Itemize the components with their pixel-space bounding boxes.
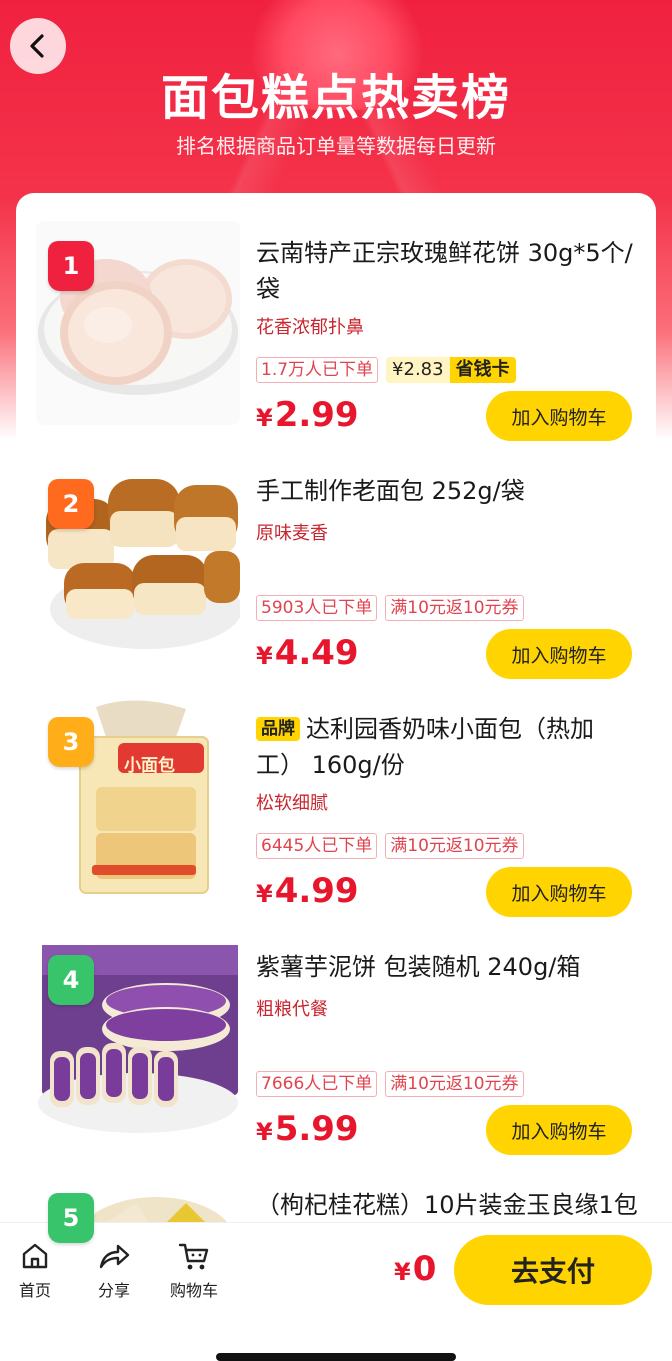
share-icon [99, 1244, 130, 1269]
total-value: 0 [412, 1249, 437, 1289]
list-item[interactable]: 1 云南特产正宗玫瑰鲜花饼 30g*5个/袋 花香浓郁扑鼻 1.7万人已下单 ¥… [16, 211, 656, 449]
orders-badge: 5903人已下单 [256, 595, 378, 621]
coupon-badge: 满10元返10元券 [385, 595, 524, 621]
currency-symbol: ¥ [256, 642, 273, 670]
rank-badge: 2 [48, 479, 94, 529]
nav-share[interactable]: 分享 [74, 1241, 154, 1301]
orders-badge: 6445人已下单 [256, 833, 378, 859]
price-value: 5.99 [274, 1109, 359, 1149]
product-name[interactable]: 品牌 达利园香奶味小面包（热加工） 160g/份 [256, 711, 640, 783]
product-tagline: 原味麦香 [256, 523, 328, 544]
rank-badge: 1 [48, 241, 94, 291]
nav-cart[interactable]: 购物车 [154, 1241, 234, 1301]
coupon-badge: 满10元返10元券 [385, 833, 524, 859]
add-to-cart-button[interactable]: 加入购物车 [486, 867, 632, 917]
product-badges: 1.7万人已下单 ¥2.83 省钱卡 [256, 357, 516, 383]
nav-cart-label: 购物车 [169, 1281, 218, 1300]
product-badges: 5903人已下单 满10元返10元券 [256, 595, 524, 621]
rank-badge: 3 [48, 717, 94, 767]
package-label: 小面包 [124, 756, 175, 776]
member-price-badge: ¥2.83 省钱卡 [386, 357, 516, 383]
bottom-action-bar: 首页 分享 购物车 ¥ 0 去支付 [0, 1222, 672, 1361]
product-price: ¥ 5.99 [256, 1109, 359, 1149]
page-subtitle: 排名根据商品订单量等数据每日更新 [176, 134, 496, 158]
brand-tag: 品牌 [256, 717, 300, 741]
product-name[interactable]: （枸杞桂花糕）10片装金玉良缘1包 [256, 1187, 640, 1223]
member-card-label: 省钱卡 [449, 357, 516, 383]
add-to-cart-button[interactable]: 加入购物车 [486, 391, 632, 441]
cart-icon [178, 1243, 209, 1270]
ranking-list: 1 云南特产正宗玫瑰鲜花饼 30g*5个/袋 花香浓郁扑鼻 1.7万人已下单 ¥… [16, 193, 656, 1361]
price-value: 2.99 [274, 395, 359, 435]
currency-symbol: ¥ [256, 404, 273, 432]
coupon-badge: 满10元返10元券 [385, 1071, 524, 1097]
member-price: ¥2.83 [392, 359, 444, 380]
list-item[interactable]: 4 紫薯芋泥饼 包装随机 240g/箱 粗粮代餐 7666人已下单 满10元返1… [16, 925, 656, 1163]
currency-symbol: ¥ [256, 1118, 273, 1146]
product-tagline: 粗粮代餐 [256, 999, 328, 1020]
page-title: 面包糕点热卖榜 [160, 70, 511, 126]
product-badges: 7666人已下单 满10元返10元券 [256, 1071, 524, 1097]
rank-badge: 5 [48, 1193, 94, 1243]
nav-home-label: 首页 [18, 1281, 51, 1300]
add-to-cart-button[interactable]: 加入购物车 [486, 629, 632, 679]
product-name[interactable]: 手工制作老面包 252g/袋 [256, 473, 640, 509]
nav-home[interactable]: 首页 [0, 1241, 75, 1301]
product-tagline: 花香浓郁扑鼻 [256, 317, 364, 338]
add-to-cart-button[interactable]: 加入购物车 [486, 1105, 632, 1155]
back-arrow-icon [30, 34, 44, 58]
home-indicator [216, 1353, 456, 1361]
product-tagline: 松软细腻 [256, 793, 328, 814]
total-currency: ¥ [394, 1258, 411, 1286]
product-price: ¥ 4.49 [256, 633, 359, 673]
checkout-button[interactable]: 去支付 [454, 1235, 652, 1305]
product-name[interactable]: 紫薯芋泥饼 包装随机 240g/箱 [256, 949, 640, 985]
rank-badge: 4 [48, 955, 94, 1005]
cart-total: ¥ 0 [394, 1249, 436, 1289]
price-value: 4.99 [274, 871, 359, 911]
product-price: ¥ 4.99 [256, 871, 359, 911]
list-item[interactable]: 2 手工制作老面包 252g/袋 原味麦香 5903人已下单 满10元返10元券… [16, 449, 656, 687]
nav-share-label: 分享 [97, 1281, 130, 1300]
orders-badge: 7666人已下单 [256, 1071, 378, 1097]
home-icon [22, 1243, 48, 1269]
product-badges: 6445人已下单 满10元返10元券 [256, 833, 524, 859]
product-price: ¥ 2.99 [256, 395, 359, 435]
price-value: 4.49 [274, 633, 359, 673]
product-name[interactable]: 云南特产正宗玫瑰鲜花饼 30g*5个/袋 [256, 235, 640, 307]
product-name-text: 达利园香奶味小面包（热加工） 160g/份 [256, 715, 594, 779]
orders-badge: 1.7万人已下单 [256, 357, 379, 383]
list-item[interactable]: 小面包 3 品牌 达利园香奶味小面包（热加工） 160g/份 松软细腻 6445人… [16, 687, 656, 925]
currency-symbol: ¥ [256, 880, 273, 908]
